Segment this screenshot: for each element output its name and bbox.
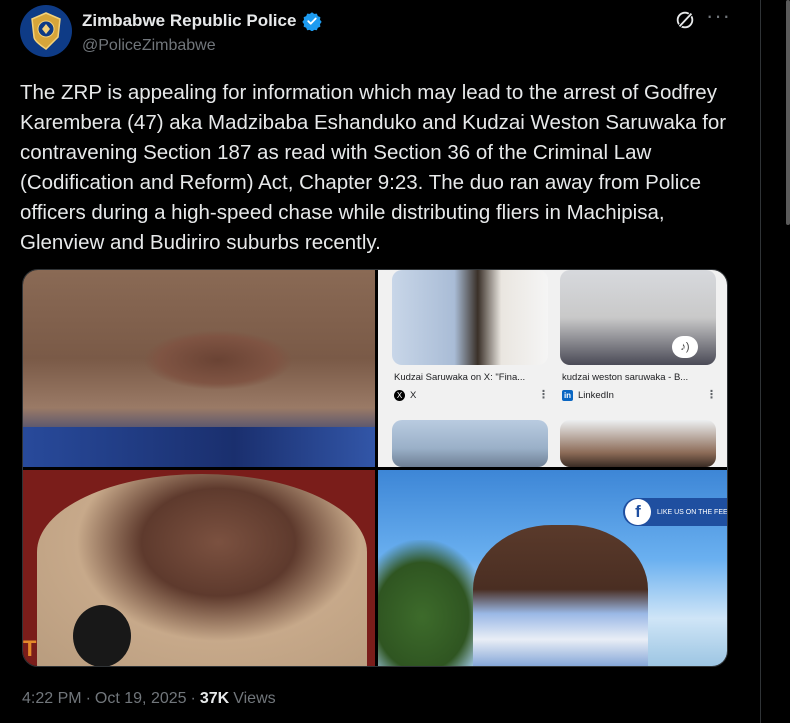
handle[interactable]: @PoliceZimbabwe xyxy=(82,37,216,55)
result-menu-icon: ⋮ xyxy=(538,389,549,401)
search-result-thumbnail xyxy=(560,420,716,467)
media-photo-interview[interactable]: T xyxy=(23,470,375,666)
photo-person xyxy=(473,525,648,666)
search-result-thumbnail xyxy=(392,420,548,467)
verified-badge-icon xyxy=(302,12,323,31)
views-count[interactable]: 37K xyxy=(200,690,229,708)
search-result-thumbnail xyxy=(392,270,548,365)
tweet-time[interactable]: 4:22 PM xyxy=(22,690,82,708)
display-name[interactable]: Zimbabwe Republic Police xyxy=(82,11,296,31)
police-badge-icon xyxy=(31,12,61,50)
photo-shirt-detail xyxy=(23,427,375,467)
tweet-date[interactable]: Oct 19, 2025 xyxy=(95,690,187,708)
facebook-logo-icon: f xyxy=(625,499,651,525)
media-photo-closeup[interactable] xyxy=(23,270,375,467)
more-options-icon[interactable]: ··· xyxy=(706,5,730,31)
search-result-title: Kudzai Saruwaka on X: "Fina... xyxy=(394,372,526,383)
scrollbar-thumb[interactable] xyxy=(786,0,790,225)
photo-trees xyxy=(378,540,488,666)
audio-icon: ♪) xyxy=(672,336,698,358)
media-grid[interactable]: ♪) Kudzai Saruwaka on X: "Fina... X X ⋮ … xyxy=(22,269,728,667)
photo-face-detail xyxy=(143,330,293,390)
avatar[interactable] xyxy=(20,5,72,57)
views-label: Views xyxy=(233,690,276,707)
meta-separator: · xyxy=(190,690,196,707)
linkedin-logo-icon: in xyxy=(562,390,573,401)
x-logo-icon: X xyxy=(394,390,405,401)
media-photo-pointing[interactable]: f LIKE US ON THE FEE xyxy=(378,470,728,666)
search-result-title: kudzai weston saruwaka - B... xyxy=(562,372,689,383)
media-search-screenshot[interactable]: ♪) Kudzai Saruwaka on X: "Fina... X X ⋮ … xyxy=(378,270,727,467)
meta-separator: · xyxy=(85,690,91,707)
tweet-card: Zimbabwe Republic Police @PoliceZimbabwe… xyxy=(0,0,760,723)
scrollbar[interactable] xyxy=(784,0,790,723)
tweet-text: The ZRP is appealing for information whi… xyxy=(20,81,727,254)
name-row: Zimbabwe Republic Police xyxy=(82,11,323,31)
facebook-banner: f LIKE US ON THE FEE xyxy=(623,498,728,526)
result-menu-icon: ⋮ xyxy=(706,389,717,401)
facebook-banner-text: LIKE US ON THE FEE xyxy=(657,508,728,516)
tweet-header: Zimbabwe Republic Police @PoliceZimbabwe… xyxy=(20,5,730,61)
search-result-source-label: X xyxy=(410,390,417,401)
tweet-meta: 4:22 PM · Oct 19, 2025 · 37K Views xyxy=(22,690,276,708)
overlay-letter: T xyxy=(23,636,37,661)
search-result-thumbnail: ♪) xyxy=(560,270,716,365)
search-result-source-label: LinkedIn xyxy=(578,390,614,401)
microphone-icon xyxy=(73,605,131,666)
grok-icon[interactable] xyxy=(674,9,696,31)
search-result-source: in LinkedIn xyxy=(562,390,614,401)
search-result-source: X X xyxy=(394,390,416,401)
